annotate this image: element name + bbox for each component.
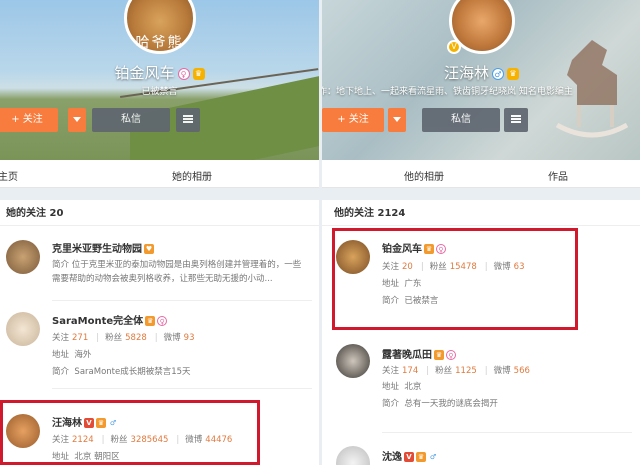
vip-crown-icon: ♛	[416, 452, 426, 462]
user-avatar[interactable]	[6, 240, 40, 274]
user-stats: 关注 20 | 粉丝 15478 | 微博 63	[382, 262, 525, 272]
verified-v-icon: V	[447, 40, 461, 54]
user-intro: 简介 位于克里米亚的泰加动物园是由奥列格创建并管理着的，一些需要帮助的动物会被奥…	[52, 260, 302, 284]
female-icon: ♀	[446, 350, 456, 360]
vip-crown-icon: ♛	[192, 67, 205, 80]
left-profile-tabs: 主页 她的相册	[0, 160, 319, 188]
user-avatar[interactable]	[336, 446, 370, 465]
user-stats: 关注 174 | 粉丝 1125 | 微博 566	[382, 366, 530, 376]
tab-home[interactable]: 主页	[0, 168, 18, 183]
left-profile-name-row: 铂金风车 ♀ ♛	[0, 62, 319, 83]
left-profile-status: 已被禁言	[141, 87, 178, 97]
user-intro: 简介 已被禁言	[382, 296, 439, 306]
user-avatar[interactable]	[6, 414, 40, 448]
male-icon: ♂	[429, 453, 437, 461]
user-name[interactable]: 沈逸 V ♛ ♂	[382, 448, 438, 463]
user-avatar[interactable]	[6, 312, 40, 346]
female-icon: ♀	[157, 316, 168, 326]
user-name[interactable]: 铂金风车 ♛ ♀	[382, 240, 446, 255]
right-profile-pane: V 汪海林 ♂ ♛ 作：地下地上、一起来看流星雨、铁齿铜牙纪晓岚 知名电影编主 + …	[322, 0, 640, 465]
user-stats: 关注 271 | 粉丝 5828 | 微博 93	[52, 333, 195, 343]
section-gap	[322, 188, 640, 200]
section-gap	[0, 188, 319, 200]
left-follow-button[interactable]: + 关注	[0, 108, 58, 132]
left-following-header: 她的关注 20	[0, 200, 319, 226]
vip-crown-icon: ♛	[507, 67, 519, 80]
vip-crown-icon: ♛	[434, 350, 444, 360]
right-follow-dropdown-button[interactable]	[388, 108, 406, 132]
right-cover-banner: V 汪海林 ♂ ♛ 作：地下地上、一起来看流星雨、铁齿铜牙纪晓岚 知名电影编主 + …	[322, 0, 640, 160]
male-icon: ♂	[492, 67, 504, 80]
right-profile-intro: 作：地下地上、一起来看流星雨、铁齿铜牙纪晓岚 知名电影编主	[322, 87, 573, 97]
row-divider	[52, 388, 312, 389]
menu-icon	[183, 115, 193, 123]
verified-org-icon: ♥	[144, 244, 154, 254]
user-address: 地址 海外	[52, 350, 92, 360]
left-profile-pane: 哈爷熊 铂金风车 ♀ ♛ 已被禁言 + 关注 私信 主页 她的相册 她的关注 20 …	[0, 0, 319, 465]
user-intro: 简介 总有一天我的谜底会揭开	[382, 399, 498, 409]
right-profile-name: 汪海林	[443, 64, 489, 82]
row-divider	[382, 432, 632, 433]
vip-crown-icon: ♛	[145, 316, 156, 326]
left-profile-name: 铂金风车	[114, 64, 175, 82]
user-address: 地址 广东	[382, 279, 422, 289]
chevron-down-icon	[73, 116, 81, 122]
user-name[interactable]: 克里米亚野生动物园 ♥	[52, 240, 154, 255]
right-message-button[interactable]: 私信	[422, 108, 500, 132]
row-divider	[52, 300, 312, 301]
user-intro: 简介 SaraMonte成长期被禁言15天	[52, 367, 191, 377]
menu-icon	[511, 115, 521, 123]
chevron-down-icon	[393, 116, 401, 122]
tab-his-albums[interactable]: 他的相册	[404, 168, 444, 183]
highlight-box	[332, 228, 578, 330]
female-icon: ♀	[436, 244, 446, 254]
user-name[interactable]: 露著晚瓜田 ♛ ♀	[382, 346, 456, 361]
user-avatar[interactable]	[336, 240, 370, 274]
female-icon: ♀	[177, 67, 190, 80]
right-follow-button[interactable]: + 关注	[322, 108, 384, 132]
left-more-button[interactable]	[176, 108, 200, 132]
tab-works[interactable]: 作品	[548, 168, 568, 183]
left-cover-banner: 哈爷熊 铂金风车 ♀ ♛ 已被禁言 + 关注 私信	[0, 0, 319, 160]
right-following-header: 他的关注 2124	[322, 200, 640, 226]
left-message-button[interactable]: 私信	[92, 108, 170, 132]
tab-her-albums[interactable]: 她的相册	[172, 168, 212, 183]
left-follow-dropdown-button[interactable]	[68, 108, 86, 132]
male-icon: ♂	[109, 419, 117, 427]
user-stats: 关注 2124 | 粉丝 3285645 | 微博 44476	[52, 435, 233, 445]
user-name[interactable]: SaraMonte完全体 ♛ ♀	[52, 312, 168, 327]
user-address: 地址 北京	[382, 382, 422, 392]
verified-v-icon: V	[404, 452, 414, 462]
right-profile-tabs: 他的相册 作品	[322, 160, 640, 188]
right-profile-name-row: 汪海林 ♂ ♛	[322, 62, 640, 83]
user-name[interactable]: 汪海林 V ♛ ♂	[52, 414, 118, 429]
user-avatar[interactable]	[336, 344, 370, 378]
verified-v-icon: V	[84, 418, 94, 428]
vip-crown-icon: ♛	[424, 244, 434, 254]
user-address: 地址 北京 朝阳区	[52, 452, 120, 462]
left-avatar-caption: 哈爷熊	[135, 35, 184, 51]
right-more-button[interactable]	[504, 108, 528, 132]
vip-crown-icon: ♛	[96, 418, 106, 428]
